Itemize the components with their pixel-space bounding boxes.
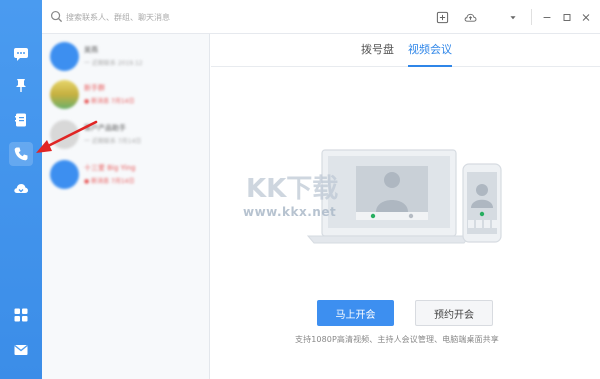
- maximize-icon[interactable]: [561, 8, 573, 26]
- contact-name: 吴燕: [84, 46, 98, 54]
- add-box-icon[interactable]: [434, 8, 450, 26]
- svg-text:KK下载: KK下载: [246, 174, 338, 203]
- tab-dialpad[interactable]: 拨号盘: [361, 41, 394, 65]
- contact-status: ● 新消息 7月14日: [84, 178, 135, 185]
- cloud-drive-icon[interactable]: [9, 176, 33, 200]
- list-item[interactable]: 新手群 ● 新消息 7月14日: [42, 76, 210, 113]
- apps-grid-icon[interactable]: [9, 303, 33, 327]
- watermark-url: www.kkx.net: [243, 205, 337, 219]
- feature-hint: 支持1080P高清视频、主持人会议管理、电脑端桌面共享: [295, 335, 499, 344]
- contact-name: 新手群: [84, 84, 105, 92]
- contact-name: 十三爱 Big Ying: [84, 164, 136, 172]
- pin-icon[interactable]: [9, 73, 33, 97]
- list-item[interactable]: 吴燕 一 近期联系 2019.12: [42, 38, 210, 75]
- red-arrow-icon: [36, 120, 98, 153]
- schedule-meeting-button[interactable]: 预约开会: [415, 300, 493, 326]
- contact-status: 一 近期联系 2019.12: [84, 60, 143, 67]
- list-item[interactable]: 十三爱 Big Ying ● 新消息 7月14日: [42, 156, 210, 193]
- close-icon[interactable]: [580, 8, 592, 26]
- contact-status: ● 新消息 7月14日: [84, 98, 135, 105]
- avatar: [50, 80, 79, 109]
- tab-video-meeting[interactable]: 视频会议: [408, 41, 452, 67]
- left-nav-rail: [0, 0, 42, 379]
- cloud-upload-icon[interactable]: [461, 8, 479, 26]
- toolbar-divider: [531, 9, 532, 25]
- user-avatar[interactable]: [0, 0, 42, 34]
- search-icon: [50, 10, 63, 23]
- start-meeting-button[interactable]: 马上开会: [317, 300, 394, 326]
- minimize-icon[interactable]: [541, 8, 553, 26]
- search-input[interactable]: [66, 8, 226, 26]
- avatar: [50, 42, 79, 71]
- mail-icon[interactable]: [9, 338, 33, 362]
- tab-bar: 拨号盘 视频会议: [211, 34, 600, 67]
- chat-icon[interactable]: [9, 42, 33, 66]
- avatar: [50, 160, 79, 189]
- dropdown-icon[interactable]: [507, 8, 519, 26]
- watermark-logo: KK下载: [246, 174, 338, 203]
